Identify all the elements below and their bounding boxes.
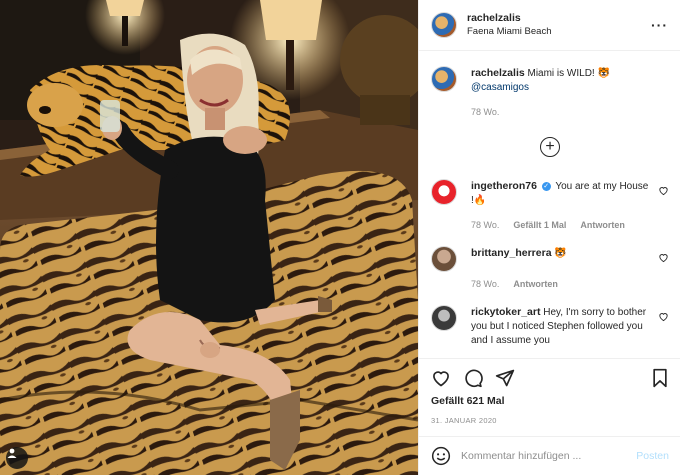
comment-item: rickytoker_art Hey, I'm sorry to bother … bbox=[431, 305, 669, 348]
comment-username[interactable]: brittany_herrera bbox=[471, 247, 552, 259]
heart-icon[interactable] bbox=[431, 368, 451, 388]
post-header: rachelzalis Faena Miami Beach ··· bbox=[419, 0, 680, 51]
post-actions: Gefällt 621 Mal 31. JANUAR 2020 bbox=[419, 358, 680, 425]
comment-text: 🐯 bbox=[554, 248, 567, 259]
author-avatar[interactable] bbox=[431, 12, 457, 38]
comments-list[interactable]: rachelzalis Miami is WILD! 🐯 @casamigos … bbox=[419, 52, 680, 357]
plus-circle-icon[interactable]: + bbox=[540, 137, 560, 157]
post-location[interactable]: Faena Miami Beach bbox=[467, 25, 651, 38]
caption-time[interactable]: 78 Wo. bbox=[471, 105, 499, 119]
reply-button[interactable]: Antworten bbox=[580, 218, 625, 232]
likes-count[interactable]: Gefällt 621 Mal bbox=[431, 395, 669, 407]
comment-input[interactable] bbox=[461, 450, 637, 462]
comment-username[interactable]: rickytoker_art bbox=[471, 306, 540, 318]
user-icon bbox=[7, 448, 17, 458]
comment-time[interactable]: 78 Wo. bbox=[471, 277, 499, 291]
emoji-icon[interactable] bbox=[431, 446, 451, 466]
paper-plane-icon[interactable] bbox=[495, 368, 515, 388]
user-tag-button[interactable] bbox=[6, 447, 28, 469]
post-caption: rachelzalis Miami is WILD! 🐯 @casamigos … bbox=[431, 66, 669, 119]
comment-avatar[interactable] bbox=[431, 305, 457, 331]
verified-badge-icon: ✓ bbox=[541, 181, 551, 191]
comment-icon[interactable] bbox=[463, 368, 483, 388]
heart-icon[interactable] bbox=[658, 185, 669, 196]
load-more-comments[interactable]: + bbox=[431, 137, 669, 157]
post-comment-button[interactable]: Posten bbox=[636, 450, 669, 462]
comment-likes[interactable]: Gefällt 1 Mal bbox=[513, 218, 566, 232]
post-photo[interactable] bbox=[0, 0, 418, 475]
comment-time[interactable]: 78 Wo. bbox=[471, 218, 499, 232]
more-horizontal-icon[interactable]: ··· bbox=[651, 17, 668, 33]
author-username[interactable]: rachelzalis bbox=[467, 12, 651, 25]
comment-avatar[interactable] bbox=[431, 179, 457, 205]
post-date[interactable]: 31. JANUAR 2020 bbox=[431, 416, 669, 425]
heart-icon[interactable] bbox=[658, 311, 669, 322]
reply-button[interactable]: Antworten bbox=[513, 277, 558, 291]
caption-mention[interactable]: @casamigos bbox=[471, 82, 529, 93]
comment-username[interactable]: ingetheron76 bbox=[471, 180, 537, 192]
instagram-post-modal: rachelzalis Faena Miami Beach ··· rachel… bbox=[0, 0, 680, 475]
comment-composer: Posten bbox=[419, 436, 680, 475]
caption-avatar[interactable] bbox=[431, 66, 457, 92]
comment-item: ingetheron76 ✓ You are at my House !🔥 78… bbox=[431, 179, 669, 232]
post-image bbox=[0, 0, 418, 475]
comment-item: brittany_herrera 🐯 78 Wo. Antworten bbox=[431, 246, 669, 291]
comment-avatar[interactable] bbox=[431, 246, 457, 272]
post-sidebar: rachelzalis Faena Miami Beach ··· rachel… bbox=[418, 0, 680, 475]
bookmark-icon[interactable] bbox=[651, 368, 669, 388]
heart-icon[interactable] bbox=[658, 252, 669, 263]
caption-text: Miami is WILD! 🐯 bbox=[527, 68, 610, 79]
caption-username[interactable]: rachelzalis bbox=[471, 67, 525, 79]
